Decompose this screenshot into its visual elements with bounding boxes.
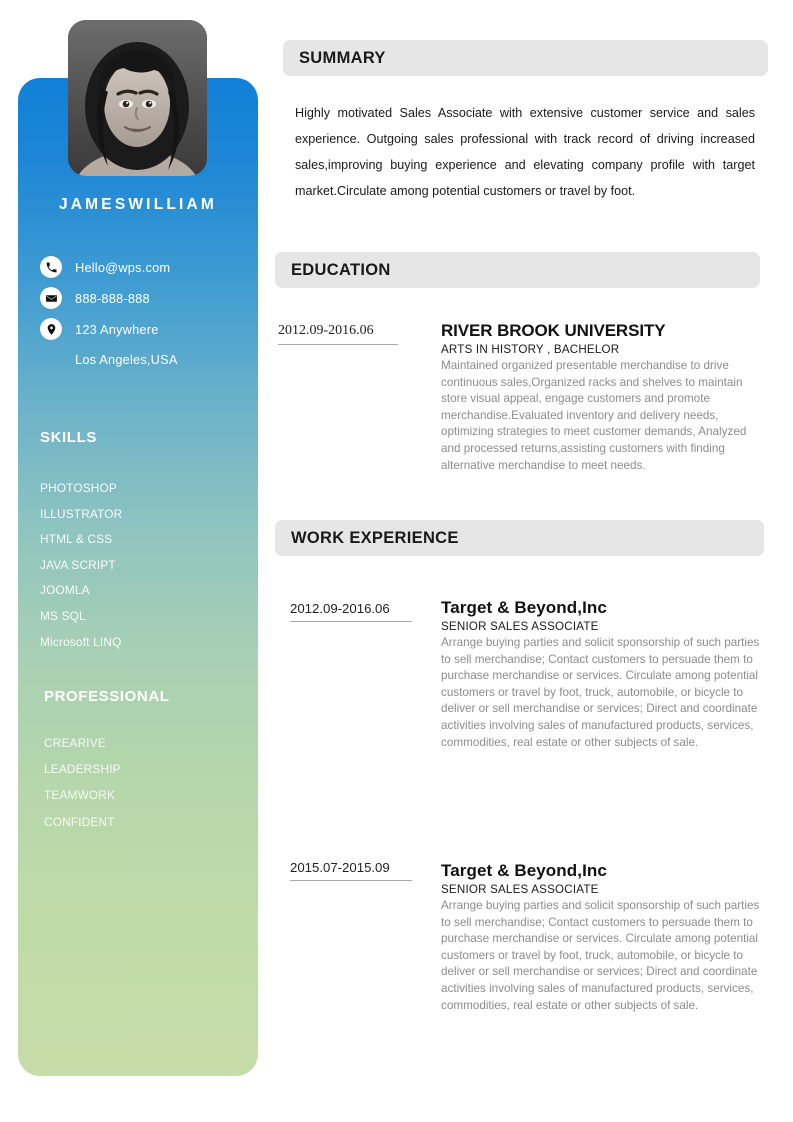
education-date: 2012.09-2016.06: [278, 323, 398, 345]
skills-heading: SKILLS: [40, 429, 97, 446]
professional-heading: PROFESSIONAL: [44, 688, 170, 705]
page-title: JAMESWILLIAM: [58, 196, 218, 213]
work-description: Arrange buying parties and solicit spons…: [441, 636, 760, 749]
work-date: 2012.09-2016.06: [290, 601, 412, 622]
list-item: TEAMWORK: [44, 788, 116, 803]
work-role: SENIOR SALES ASSOCIATE: [441, 620, 599, 633]
phone-icon: [40, 256, 62, 278]
list-item: CONFIDENT: [44, 814, 115, 829]
contact-item-address[interactable]: 123 Anywhere: [40, 318, 159, 340]
list-item: Microsoft LINQ: [40, 634, 122, 649]
work-company: Target & Beyond,Inc: [441, 598, 607, 617]
work-description: Arrange buying parties and solicit spons…: [441, 899, 760, 1012]
contact-email-text: 888-888-888: [75, 290, 150, 306]
list-item: CREARIVE: [44, 736, 106, 750]
contact-item-email[interactable]: 888-888-888: [40, 287, 150, 309]
professional-list: CREARIVE LEADERSHIP TEAMWORK CONFIDENT: [44, 730, 121, 835]
contact-phone-text: Hello@wps.com: [75, 259, 171, 275]
section-header-work-experience: WORK EXPERIENCE: [275, 520, 764, 556]
avatar: [68, 20, 207, 176]
list-item: JAVA SCRIPT: [40, 557, 116, 572]
work-role: SENIOR SALES ASSOCIATE: [441, 883, 599, 896]
list-item: PHOTOSHOP: [40, 481, 117, 495]
work-entry: Target & Beyond,Inc SENIOR SALES ASSOCIA…: [441, 861, 761, 1014]
list-item: LEADERSHIP: [44, 762, 121, 777]
education-entry: RIVER BROOK UNIVERSITY ARTS IN HISTORY ,…: [441, 321, 761, 474]
work-entry: Target & Beyond,Inc SENIOR SALES ASSOCIA…: [441, 598, 761, 751]
contact-address-text: 123 Anywhere: [75, 321, 159, 337]
work-company: Target & Beyond,Inc: [441, 861, 607, 880]
education-degree: ARTS IN HISTORY , BACHELOR: [441, 343, 620, 356]
contact-city-text: Los Angeles,USA: [75, 352, 178, 367]
list-item: ILLUSTRATOR: [40, 506, 123, 521]
envelope-icon: [40, 287, 62, 309]
section-header-summary: SUMMARY: [283, 40, 768, 76]
list-item: HTML & CSS: [40, 532, 113, 547]
profile-photo-icon: [68, 20, 207, 176]
work-date: 2015.07-2015.09: [290, 860, 412, 881]
location-pin-icon: [40, 318, 62, 340]
contact-item-phone[interactable]: Hello@wps.com: [40, 256, 170, 278]
section-title: EDUCATION: [291, 260, 391, 279]
section-title: SUMMARY: [299, 48, 386, 67]
section-header-education: EDUCATION: [275, 252, 760, 288]
education-description: Maintained organized presentable merchan…: [441, 359, 747, 472]
skills-list: PHOTOSHOP ILLUSTRATOR HTML & CSS JAVA SC…: [40, 476, 122, 655]
education-institution: RIVER BROOK UNIVERSITY: [441, 321, 666, 340]
summary-paragraph: Highly motivated Sales Associate with ex…: [295, 106, 755, 198]
section-title: WORK EXPERIENCE: [291, 528, 459, 547]
list-item: JOOMLA: [40, 583, 90, 598]
list-item: MS SQL: [40, 608, 86, 623]
